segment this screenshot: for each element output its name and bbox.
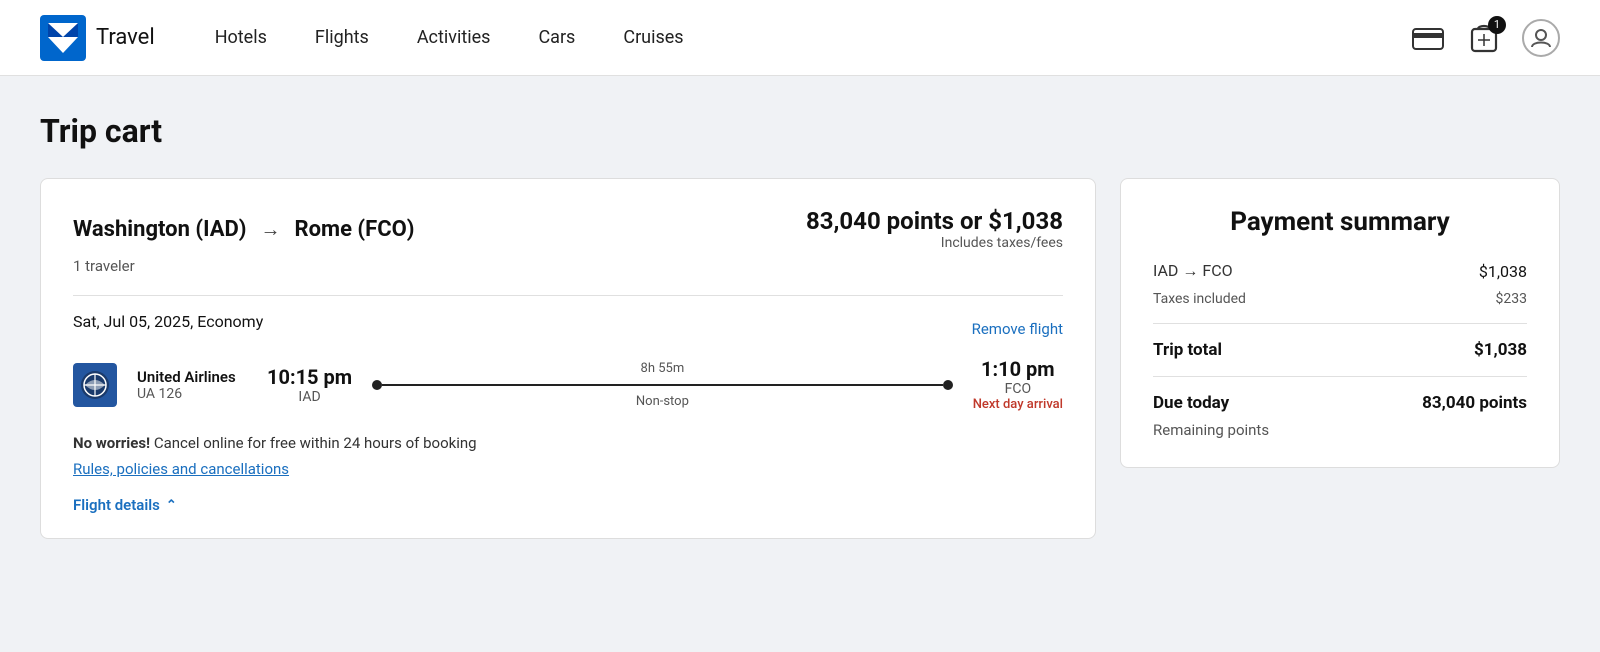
date-class: Sat, Jul 05, 2025, Economy (73, 312, 263, 331)
flight-details-row: United Airlines UA 126 10:15 pm IAD 8h 5… (73, 357, 1063, 412)
route-arrow-icon: → (261, 217, 281, 242)
depart-time: 10:15 pm (267, 365, 352, 389)
logo-icon (40, 15, 86, 61)
payment-divider-2 (1153, 376, 1527, 377)
arrive-airport: FCO (973, 381, 1063, 397)
duration-label: 8h 55m (641, 361, 685, 376)
no-worries-body: Cancel online for free within 24 hours o… (150, 434, 476, 452)
payment-total-row: Trip total $1,038 (1153, 340, 1527, 360)
depart-time-block: 10:15 pm IAD (267, 365, 352, 405)
nav-activities[interactable]: Activities (417, 27, 491, 48)
route-title: Washington (IAD) → Rome (FCO) (73, 217, 414, 242)
payment-title: Payment summary (1153, 207, 1527, 237)
divider-1 (73, 295, 1063, 296)
logo-area[interactable]: Travel (40, 15, 155, 61)
due-today-label: Due today (1153, 393, 1229, 413)
airline-info: United Airlines UA 126 (137, 368, 247, 402)
payment-route-price: $1,038 (1479, 262, 1527, 281)
depart-airport: IAD (267, 389, 352, 405)
page-title: Trip cart (40, 112, 1560, 150)
payment-taxes-row: Taxes included $233 (1153, 291, 1527, 307)
nav-hotels[interactable]: Hotels (215, 27, 267, 48)
nav-cruises[interactable]: Cruises (623, 27, 683, 48)
cart-icon-button[interactable]: 1 (1466, 20, 1502, 56)
user-avatar[interactable] (1522, 19, 1560, 57)
traveler-count: 1 traveler (73, 257, 1063, 275)
flight-number: UA 126 (137, 386, 247, 402)
payment-divider-1 (1153, 323, 1527, 324)
arrive-dot (943, 380, 953, 390)
chevron-up-icon: ⌃ (166, 498, 177, 513)
destination-label: Rome (FCO) (295, 217, 415, 242)
no-worries-text: No worries! Cancel online for free withi… (73, 434, 1063, 452)
nav-flights[interactable]: Flights (315, 27, 369, 48)
nav-right: 1 (1410, 19, 1560, 57)
price-main: 83,040 points or $1,038 (806, 207, 1063, 235)
no-worries-bold: No worries! (73, 434, 150, 452)
trip-total-price: $1,038 (1474, 340, 1527, 360)
price-sub: Includes taxes/fees (806, 235, 1063, 251)
payment-route-row: IAD → FCO $1,038 (1153, 261, 1527, 281)
flight-line-bar (382, 384, 943, 386)
payment-route-label: IAD → FCO (1153, 261, 1233, 281)
payment-taxes-label: Taxes included (1153, 291, 1246, 307)
arrive-time-block: 1:10 pm FCO Next day arrival (973, 357, 1063, 412)
due-today-row: Due today 83,040 points (1153, 393, 1527, 413)
remaining-row: Remaining points (1153, 421, 1527, 439)
flight-details-link[interactable]: Flight details ⌃ (73, 496, 177, 514)
nav-links: Hotels Flights Activities Cars Cruises (215, 27, 1410, 48)
next-day-label: Next day arrival (973, 397, 1063, 412)
nav-cars[interactable]: Cars (538, 27, 575, 48)
navbar: Travel Hotels Flights Activities Cars Cr… (0, 0, 1600, 76)
depart-dot (372, 380, 382, 390)
logo-text: Travel (96, 25, 155, 50)
page-content: Trip cart Washington (IAD) → Rome (FCO) … (0, 76, 1600, 579)
origin-label: Washington (IAD) (73, 217, 247, 242)
united-airlines-logo (79, 369, 111, 401)
user-icon (1530, 27, 1552, 49)
price-block: 83,040 points or $1,038 Includes taxes/f… (806, 207, 1063, 251)
remove-flight-button[interactable]: Remove flight (972, 320, 1063, 338)
wallet-icon-button[interactable] (1410, 20, 1446, 56)
nonstop-label: Non-stop (636, 394, 689, 409)
cart-badge: 1 (1488, 16, 1506, 34)
flight-card: Washington (IAD) → Rome (FCO) 83,040 poi… (40, 178, 1096, 539)
payment-taxes-price: $233 (1496, 291, 1527, 307)
policies-link[interactable]: Rules, policies and cancellations (73, 460, 1063, 478)
wallet-icon (1412, 24, 1444, 52)
flight-line (372, 380, 953, 390)
arrive-time: 1:10 pm (973, 357, 1063, 381)
remaining-label: Remaining points (1153, 421, 1269, 439)
airline-logo (73, 363, 117, 407)
airline-name: United Airlines (137, 368, 247, 386)
duration-block: 8h 55m Non-stop (372, 361, 953, 409)
main-layout: Washington (IAD) → Rome (FCO) 83,040 poi… (40, 178, 1560, 539)
trip-total-label: Trip total (1153, 340, 1222, 360)
flight-details-text: Flight details (73, 496, 160, 514)
flight-header: Washington (IAD) → Rome (FCO) 83,040 poi… (73, 207, 1063, 251)
due-today-value: 83,040 points (1422, 393, 1527, 413)
payment-card: Payment summary IAD → FCO $1,038 Taxes i… (1120, 178, 1560, 468)
